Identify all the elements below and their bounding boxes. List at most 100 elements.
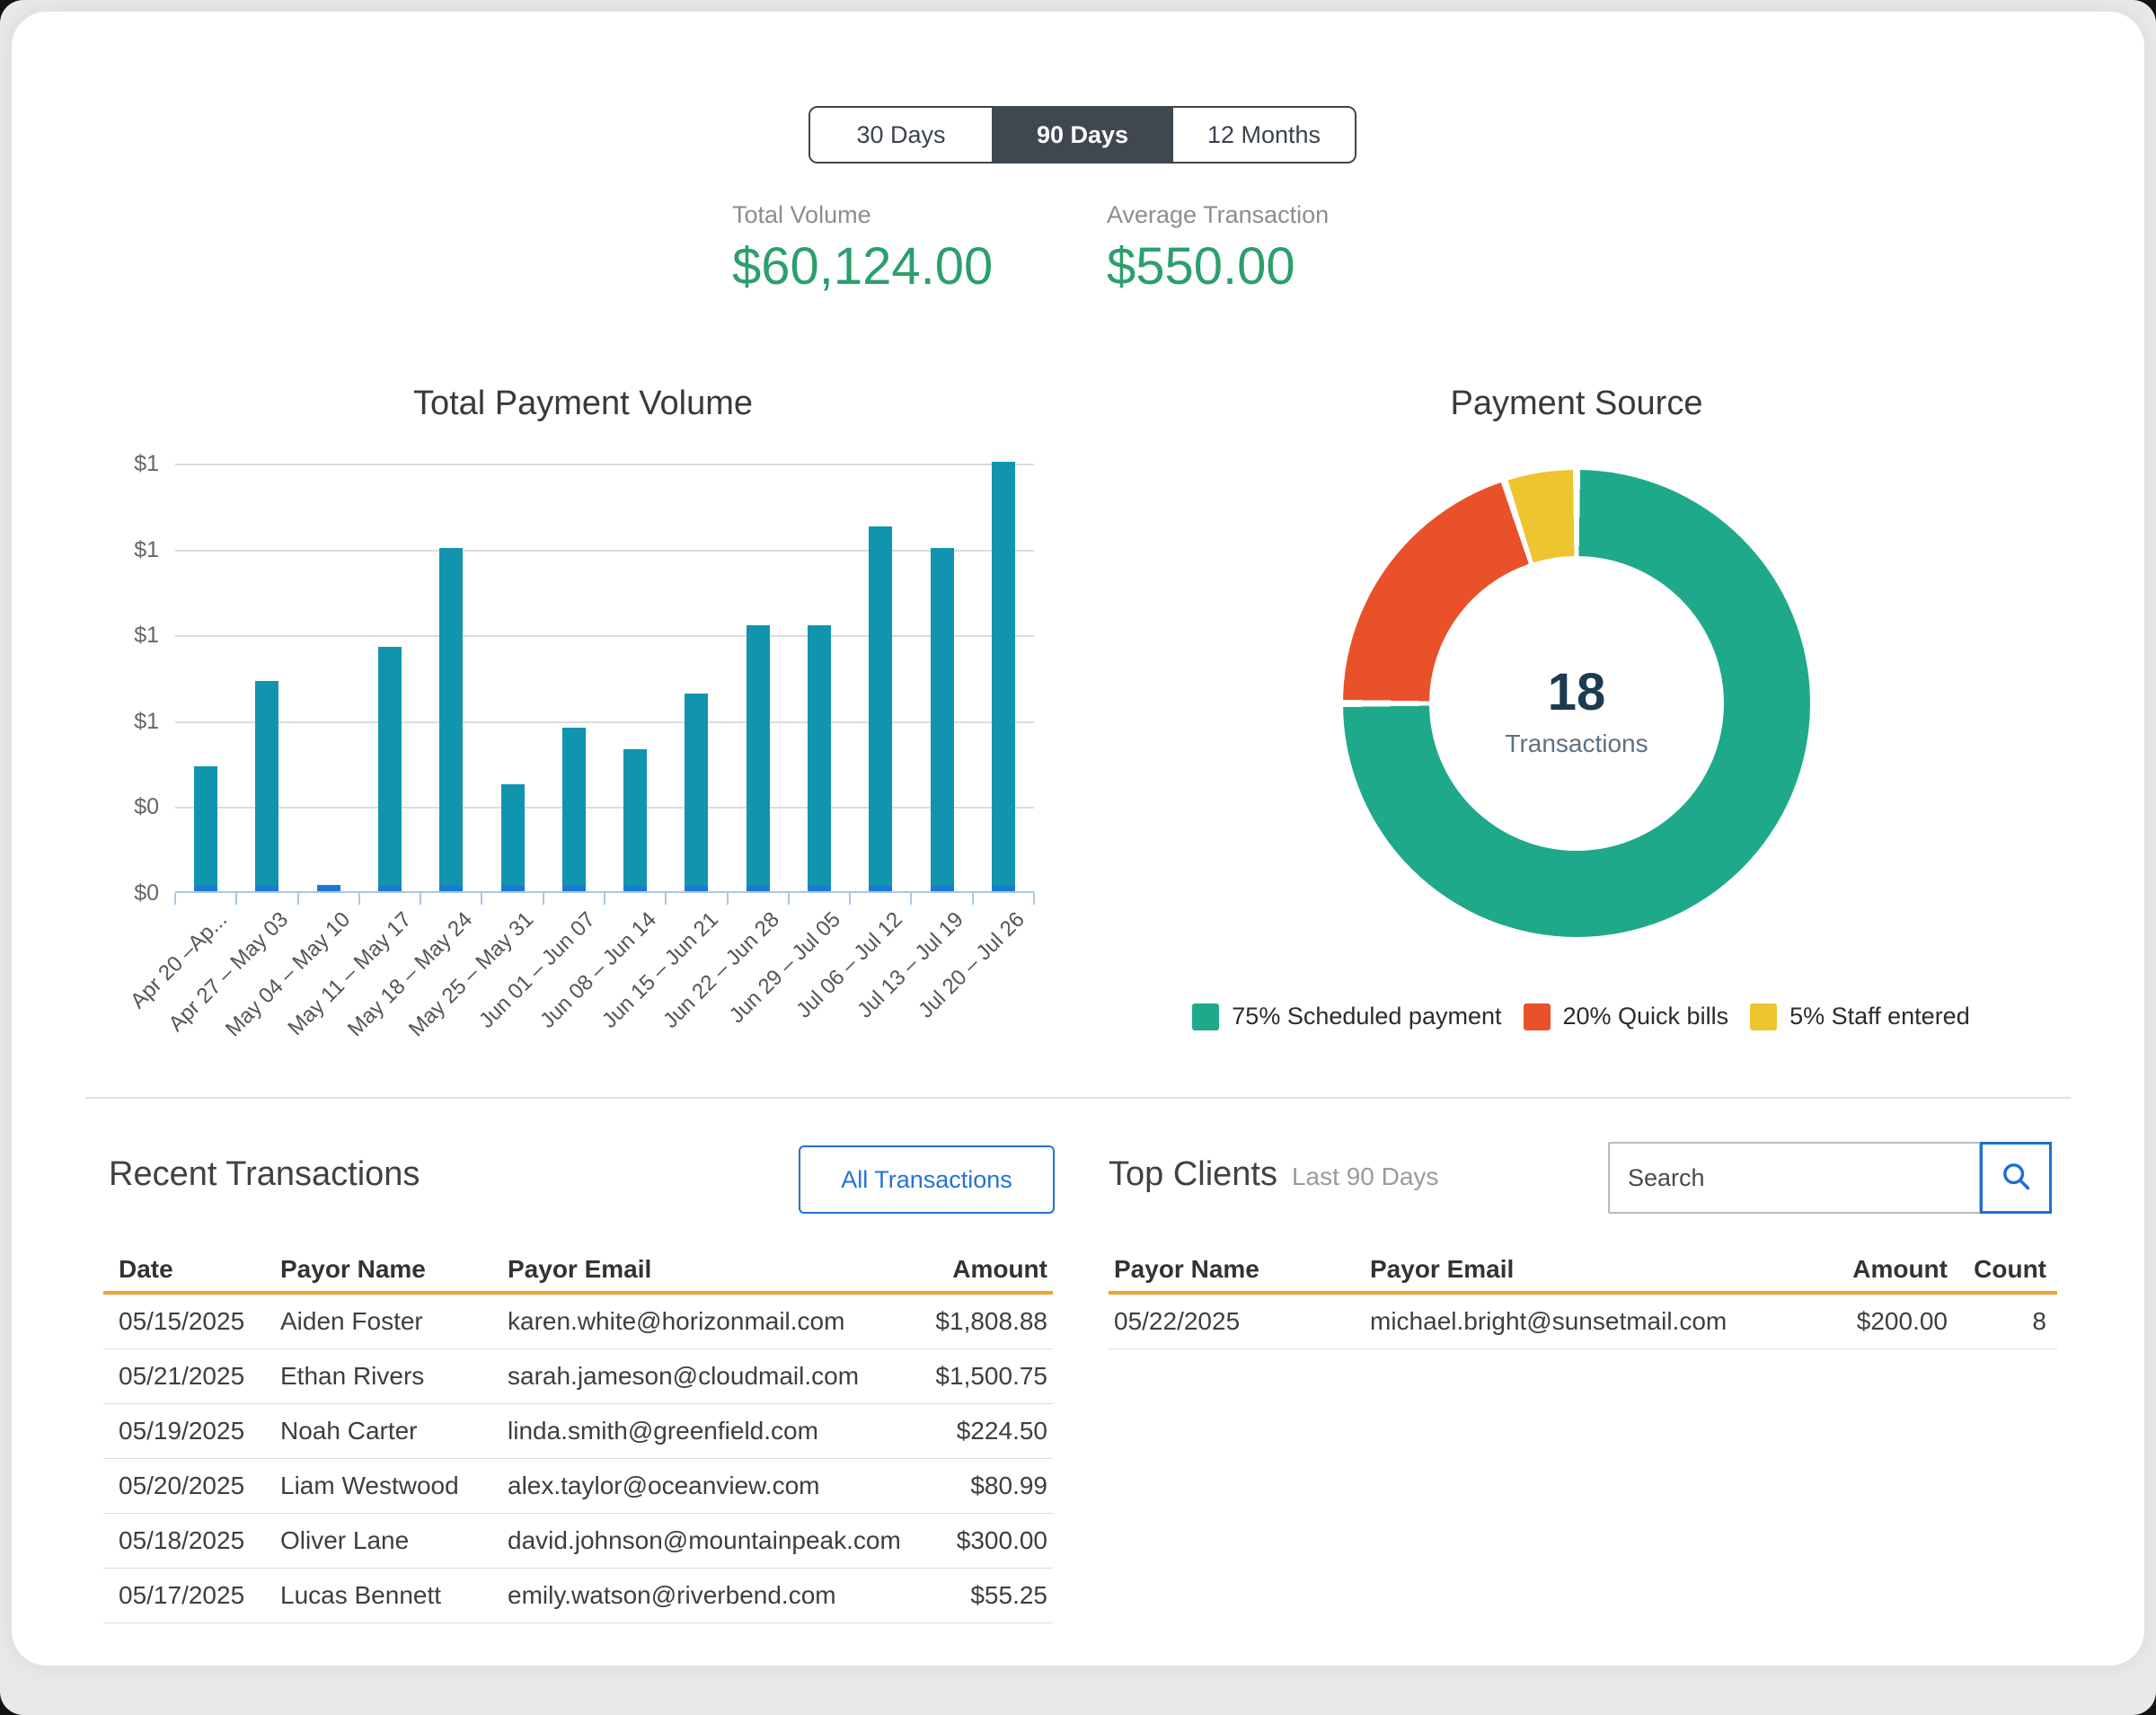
table-cell: linda.smith@greenfield.com (508, 1417, 913, 1445)
x-axis-tick (972, 893, 974, 905)
table-cell: michael.bright@sunsetmail.com (1370, 1307, 1768, 1336)
legend-swatch (1750, 1003, 1777, 1030)
bar[interactable] (685, 694, 708, 891)
column-header: Payor Email (1370, 1255, 1768, 1284)
table-cell: 8 (1948, 1307, 2046, 1336)
donut-legend: 75% Scheduled payment20% Quick bills5% S… (1222, 1003, 1940, 1030)
x-axis-tick (420, 893, 421, 905)
table-cell: 05/18/2025 (119, 1526, 280, 1555)
donut-center-label: Transactions (1505, 729, 1648, 758)
table-cell: Liam Westwood (280, 1472, 508, 1500)
average-transaction-value: $550.00 (1107, 236, 1329, 296)
legend-label: 5% Staff entered (1789, 1003, 1970, 1030)
table-row: 05/22/2025michael.bright@sunsetmail.com$… (1109, 1295, 2057, 1349)
table-row: 05/21/2025Ethan Riverssarah.jameson@clou… (103, 1349, 1053, 1404)
bar[interactable] (931, 548, 954, 891)
search-button[interactable] (1980, 1142, 2052, 1214)
y-axis-label: $1 (105, 708, 159, 735)
legend-label: 20% Quick bills (1563, 1003, 1729, 1030)
period-toggle: 30 Days90 Days12 Months (808, 106, 1356, 164)
table-cell: $224.50 (913, 1417, 1047, 1445)
table-cell: Oliver Lane (280, 1526, 508, 1555)
donut-center-value: 18 (1548, 662, 1606, 722)
section-divider (85, 1097, 2071, 1099)
y-axis-label: $1 (105, 536, 159, 563)
donut-chart-title: Payment Source (1343, 385, 1810, 423)
total-volume-stat: Total Volume $60,124.00 (732, 201, 993, 296)
table-cell: 05/19/2025 (119, 1417, 280, 1445)
table-cell: alex.taylor@oceanview.com (508, 1472, 913, 1500)
gridline (175, 464, 1034, 465)
x-axis-tick (481, 893, 482, 905)
table-cell: 05/15/2025 (119, 1307, 280, 1336)
bar[interactable] (869, 526, 892, 891)
legend-item: 5% Staff entered (1750, 1003, 1970, 1030)
x-axis-tick (1033, 893, 1035, 905)
column-header: Amount (1768, 1255, 1948, 1284)
tab-90-days[interactable]: 90 Days (992, 108, 1173, 162)
donut-center: 18 Transactions (1429, 556, 1724, 851)
bar[interactable] (317, 885, 340, 891)
x-axis-tick (788, 893, 790, 905)
x-axis-tick (235, 893, 237, 905)
bar[interactable] (439, 548, 463, 891)
table-header-row: Payor NamePayor EmailAmountCount (1109, 1247, 2057, 1291)
table-row: 05/18/2025Oliver Lanedavid.johnson@mount… (103, 1514, 1053, 1569)
column-header: Amount (913, 1255, 1047, 1284)
table-row: 05/15/2025Aiden Fosterkaren.white@horizo… (103, 1295, 1053, 1349)
tab-30-days[interactable]: 30 Days (810, 108, 992, 162)
tab-12-months[interactable]: 12 Months (1173, 108, 1355, 162)
table-cell: $80.99 (913, 1472, 1047, 1500)
gridline (175, 635, 1034, 637)
legend-swatch (1524, 1003, 1551, 1030)
bar[interactable] (378, 647, 402, 891)
x-axis-tick (543, 893, 544, 905)
bar[interactable] (501, 784, 525, 892)
bar-chart-plot: $1$1$1$1$0$0Apr 20 –Ap...Apr 27 – May 03… (175, 464, 1034, 893)
bar-chart-title: Total Payment Volume (154, 385, 1012, 423)
table-cell: karen.white@horizonmail.com (508, 1307, 913, 1336)
table-cell: emily.watson@riverbend.com (508, 1581, 913, 1610)
y-axis-label: $1 (105, 450, 159, 477)
all-transactions-button[interactable]: All Transactions (799, 1145, 1055, 1214)
table-cell: Noah Carter (280, 1417, 508, 1445)
y-axis-label: $1 (105, 622, 159, 649)
table-cell: $55.25 (913, 1581, 1047, 1610)
table-row: 05/17/2025Lucas Bennettemily.watson@rive… (103, 1569, 1053, 1623)
legend-item: 20% Quick bills (1524, 1003, 1729, 1030)
bar[interactable] (623, 749, 647, 891)
column-header: Payor Name (1114, 1255, 1370, 1284)
table-cell: $200.00 (1768, 1307, 1948, 1336)
column-header: Payor Email (508, 1255, 913, 1284)
gridline (175, 807, 1034, 809)
column-header: Date (119, 1255, 280, 1284)
x-axis-tick (604, 893, 605, 905)
table-cell: 05/17/2025 (119, 1581, 280, 1610)
top-clients-title: Top ClientsLast 90 Days (1109, 1155, 1438, 1194)
x-axis-tick (358, 893, 360, 905)
y-axis-label: $0 (105, 793, 159, 820)
table-cell: 05/20/2025 (119, 1472, 280, 1500)
table-cell: Aiden Foster (280, 1307, 508, 1336)
gridline (175, 721, 1034, 723)
table-cell: david.johnson@mountainpeak.com (508, 1526, 913, 1555)
table-cell: 05/22/2025 (1114, 1307, 1370, 1336)
bar[interactable] (808, 625, 831, 891)
bar[interactable] (562, 728, 586, 891)
top-clients-table: Payor NamePayor EmailAmountCount05/22/20… (1109, 1247, 2057, 1349)
column-header: Payor Name (280, 1255, 508, 1284)
gridline (175, 550, 1034, 552)
bar[interactable] (194, 766, 217, 891)
bar[interactable] (992, 462, 1015, 891)
app-window: 30 Days90 Days12 Months Total Volume $60… (0, 0, 2156, 1715)
bar[interactable] (747, 625, 770, 891)
table-cell: $1,500.75 (913, 1362, 1047, 1391)
search-input[interactable] (1608, 1142, 1981, 1214)
top-clients-title-text: Top Clients (1109, 1155, 1277, 1193)
top-clients-search (1608, 1142, 2052, 1214)
bar[interactable] (255, 681, 278, 891)
total-volume-value: $60,124.00 (732, 236, 993, 296)
x-axis-tick (174, 893, 176, 905)
total-volume-label: Total Volume (732, 201, 993, 229)
table-cell: Ethan Rivers (280, 1362, 508, 1391)
